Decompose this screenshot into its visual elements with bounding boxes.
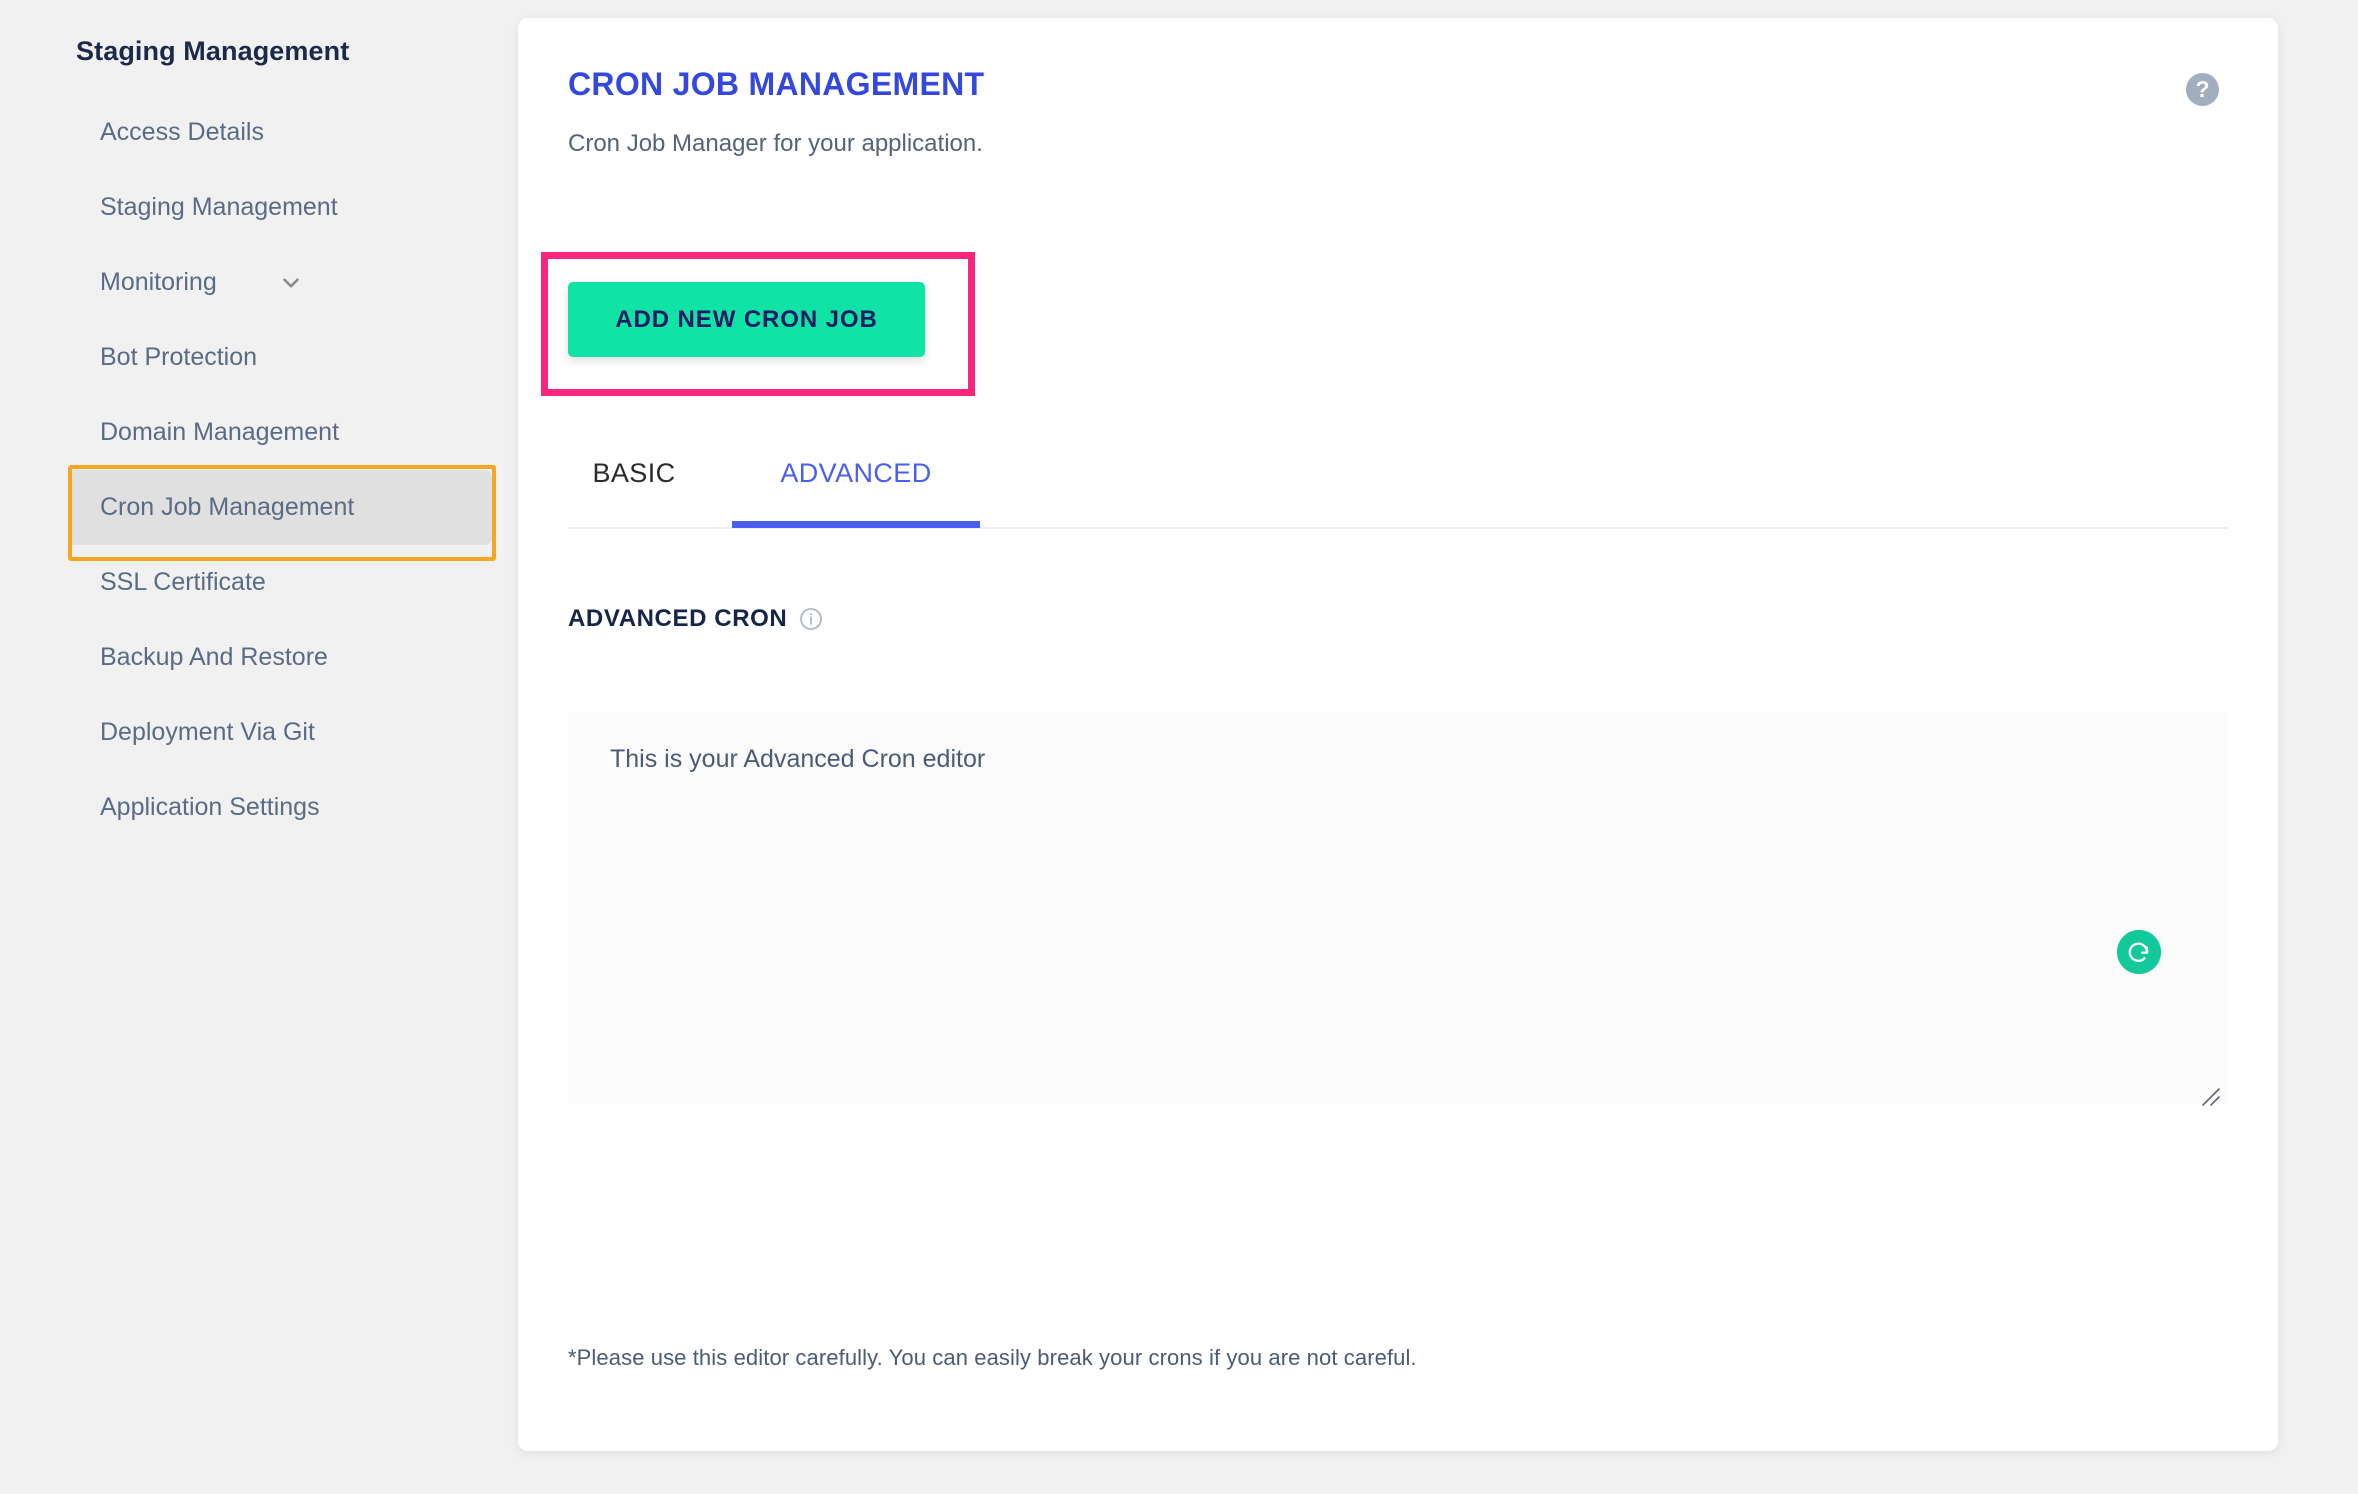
tab-bar: BASIC ADVANCED — [568, 448, 2228, 528]
sidebar-item-label: Domain Management — [100, 418, 340, 446]
sidebar-item-application-settings[interactable]: Application Settings — [0, 770, 518, 845]
sidebar-item-domain-management[interactable]: Domain Management — [0, 395, 518, 470]
section-label-text: ADVANCED CRON — [568, 605, 788, 632]
sidebar-item-cron-job-management[interactable]: Cron Job Management — [68, 470, 492, 545]
grammarly-refresh-icon[interactable] — [2117, 930, 2161, 974]
sidebar-item-label: Cron Job Management — [100, 493, 355, 521]
page-subtitle: Cron Job Manager for your application. — [568, 130, 983, 157]
sidebar-item-label: Staging Management — [100, 193, 338, 221]
sidebar-item-label: Application Settings — [100, 793, 320, 821]
sidebar-item-label: Bot Protection — [100, 343, 258, 371]
sidebar-item-ssl-certificate[interactable]: SSL Certificate — [0, 545, 518, 620]
chevron-down-icon[interactable] — [278, 270, 304, 296]
sidebar: Staging Management Access Details Stagin… — [0, 0, 518, 1494]
sidebar-item-label: Backup And Restore — [100, 643, 328, 671]
sidebar-item-label: SSL Certificate — [100, 568, 266, 596]
advanced-cron-section-label: ADVANCED CRON — [568, 605, 823, 633]
sidebar-item-staging-management[interactable]: Staging Management — [0, 170, 518, 245]
sidebar-nav-list: Access Details Staging Management Monito… — [0, 95, 518, 845]
tab-active-underline — [732, 521, 980, 528]
tab-advanced[interactable]: ADVANCED — [732, 448, 980, 528]
sidebar-item-access-details[interactable]: Access Details — [0, 95, 518, 170]
sidebar-item-label: Monitoring — [100, 268, 217, 296]
sidebar-item-monitoring[interactable]: Monitoring — [0, 245, 518, 320]
sidebar-item-bot-protection[interactable]: Bot Protection — [0, 320, 518, 395]
sidebar-item-label: Access Details — [100, 118, 264, 146]
page-title: CRON JOB MANAGEMENT — [568, 66, 985, 102]
advanced-cron-editor[interactable] — [568, 712, 2228, 1104]
sidebar-title: Staging Management — [76, 36, 350, 66]
help-icon[interactable]: ? — [2186, 73, 2219, 106]
add-new-cron-job-button[interactable]: ADD NEW CRON JOB — [568, 282, 925, 357]
editor-footnote: *Please use this editor carefully. You c… — [568, 1345, 1417, 1370]
sidebar-item-backup-and-restore[interactable]: Backup And Restore — [0, 620, 518, 695]
tab-basic[interactable]: BASIC — [568, 448, 700, 528]
sidebar-item-deployment-via-git[interactable]: Deployment Via Git — [0, 695, 518, 770]
sidebar-item-label: Deployment Via Git — [100, 718, 315, 746]
info-icon[interactable] — [799, 607, 823, 631]
app-root: Staging Management Access Details Stagin… — [0, 0, 2358, 1494]
